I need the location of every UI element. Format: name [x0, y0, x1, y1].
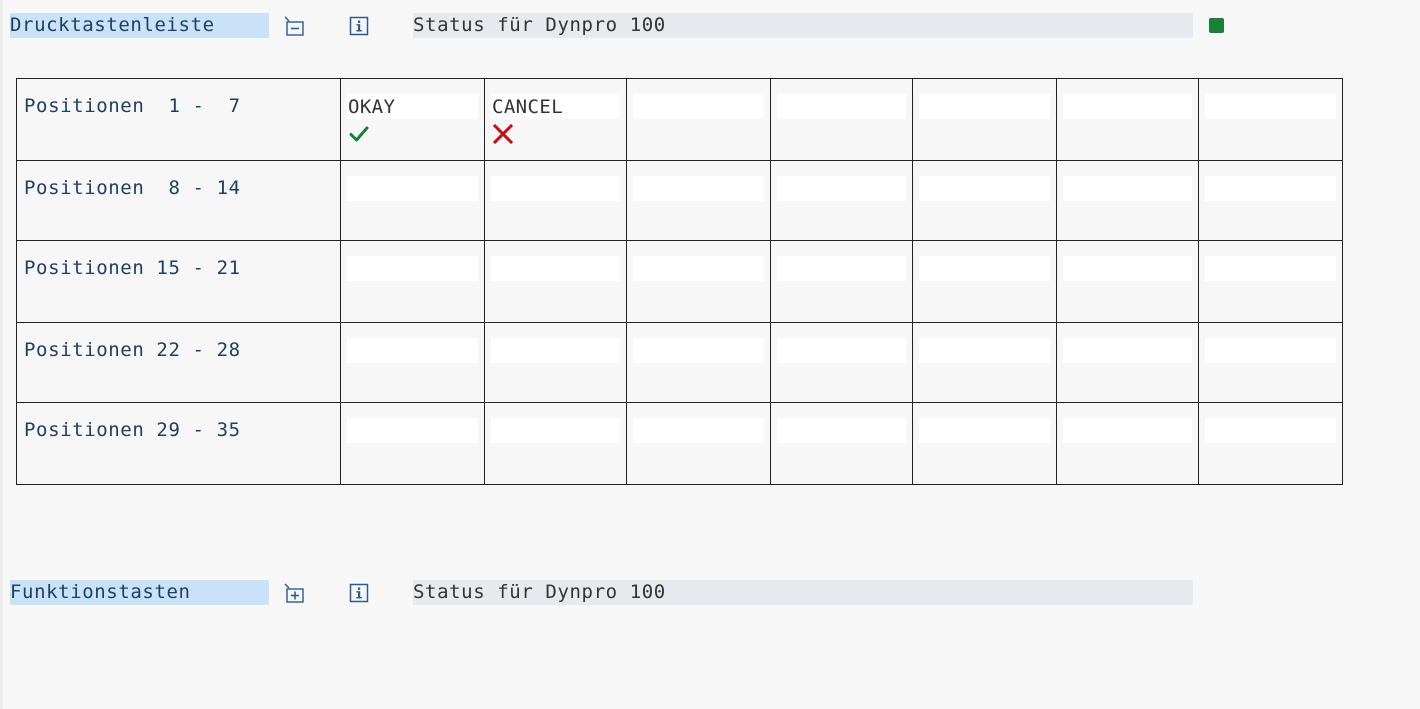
grid-row: Positionen 8 - 14 [16, 160, 1343, 241]
row-label-cell: Positionen 1 - 7 [16, 78, 341, 161]
pushbutton-slot [626, 240, 771, 323]
pushbutton-function-field[interactable] [633, 256, 764, 281]
pushbutton-slot [1056, 78, 1199, 161]
pushbutton-function-field[interactable] [347, 176, 478, 201]
grid-row: Positionen 29 - 35 [16, 402, 1343, 485]
pushbutton-function-field[interactable] [1063, 176, 1192, 201]
pushbutton-slot [912, 160, 1057, 241]
collapse-minus-icon[interactable] [282, 14, 306, 38]
pushbutton-slot [912, 240, 1057, 323]
left-edge-border [0, 0, 3, 709]
info-icon[interactable] [347, 581, 371, 605]
section-label-function-keys[interactable]: Funktionstasten [10, 580, 269, 605]
grid-row: Positionen 22 - 28 [16, 322, 1343, 403]
status-field-function-keys[interactable]: Status für Dynpro 100 [413, 580, 1193, 605]
pushbutton-function-field[interactable] [1063, 256, 1192, 281]
pushbutton-function-field[interactable]: OKAY [347, 94, 478, 119]
pushbutton-function-field[interactable] [347, 418, 478, 443]
pushbutton-slot [484, 322, 627, 403]
pushbutton-slot [1056, 160, 1199, 241]
pushbutton-slot [484, 402, 627, 485]
status-field-pushbuttons[interactable]: Status für Dynpro 100 [413, 13, 1193, 38]
pushbutton-slot [1198, 78, 1343, 161]
pushbutton-function-field[interactable] [1205, 176, 1336, 201]
pushbutton-slot [626, 78, 771, 161]
pushbutton-function-field[interactable] [1205, 256, 1336, 281]
pushbutton-function-field[interactable] [919, 418, 1050, 443]
info-icon[interactable] [347, 14, 371, 38]
pushbutton-slot: CANCEL [484, 78, 627, 161]
pushbutton-slot [1198, 322, 1343, 403]
pushbutton-function-field[interactable] [1205, 418, 1336, 443]
pushbutton-function-field[interactable] [1205, 338, 1336, 363]
pushbutton-slot [340, 322, 485, 403]
pushbutton-slot [912, 78, 1057, 161]
pushbutton-function-field[interactable] [777, 418, 906, 443]
pushbutton-function-field[interactable] [347, 338, 478, 363]
cancel-x-icon [492, 123, 514, 145]
pushbutton-function-field[interactable] [919, 176, 1050, 201]
pushbutton-function-field[interactable] [777, 94, 906, 119]
grid-row: Positionen 1 - 7 OKAY CANCEL [16, 78, 1343, 161]
pushbutton-function-field[interactable] [777, 338, 906, 363]
pushbutton-function-field[interactable] [633, 94, 764, 119]
pushbutton-slot [1198, 240, 1343, 323]
pushbutton-slot [1056, 240, 1199, 323]
pushbutton-slot [770, 78, 913, 161]
pushbutton-slot [626, 160, 771, 241]
row-label: Positionen 29 - 35 [24, 419, 241, 441]
grid-row: Positionen 15 - 21 [16, 240, 1343, 323]
row-label: Positionen 15 - 21 [24, 257, 241, 279]
pushbutton-function-field[interactable] [1063, 94, 1192, 119]
pushbutton-slot [770, 402, 913, 485]
pushbutton-slot [912, 402, 1057, 485]
pushbutton-positions-grid: Positionen 1 - 7 OKAY CANCEL Positionen 8 -… [16, 78, 1343, 485]
pushbutton-function-field[interactable] [491, 176, 620, 201]
pushbutton-function-field[interactable] [633, 338, 764, 363]
pushbutton-slot [340, 160, 485, 241]
row-label-cell: Positionen 15 - 21 [16, 240, 341, 323]
pushbutton-slot [340, 402, 485, 485]
pushbutton-function-field[interactable] [491, 418, 620, 443]
checkmark-icon [348, 123, 370, 145]
pushbutton-slot [626, 402, 771, 485]
pushbutton-function-field[interactable] [1205, 94, 1336, 119]
pushbutton-slot [484, 160, 627, 241]
pushbutton-slot [340, 240, 485, 323]
pushbutton-slot [1056, 402, 1199, 485]
row-label: Positionen 8 - 14 [24, 177, 241, 199]
row-label-cell: Positionen 8 - 14 [16, 160, 341, 241]
pushbutton-function-field[interactable] [919, 94, 1050, 119]
pushbutton-function-field[interactable] [1063, 418, 1192, 443]
pushbutton-function-field[interactable] [919, 256, 1050, 281]
pushbutton-function-field[interactable] [777, 176, 906, 201]
pushbutton-function-field[interactable] [633, 176, 764, 201]
pushbutton-function-field[interactable] [1063, 338, 1192, 363]
pushbutton-slot [1198, 402, 1343, 485]
pushbutton-function-field[interactable] [633, 418, 764, 443]
pushbutton-slot [770, 240, 913, 323]
expand-plus-icon[interactable] [282, 581, 306, 605]
row-label: Positionen 1 - 7 [24, 95, 241, 117]
row-label: Positionen 22 - 28 [24, 339, 241, 361]
section-label-pushbuttons[interactable]: Drucktastenleiste [10, 13, 269, 38]
pushbutton-slot [1198, 160, 1343, 241]
pushbutton-function-field[interactable] [347, 256, 478, 281]
pushbutton-function-field[interactable] [919, 338, 1050, 363]
pushbutton-slot [484, 240, 627, 323]
pushbutton-function-field[interactable] [491, 338, 620, 363]
status-indicator-icon [1209, 18, 1224, 33]
row-label-cell: Positionen 29 - 35 [16, 402, 341, 485]
pushbutton-function-field[interactable]: CANCEL [491, 94, 620, 119]
pushbutton-function-field[interactable] [491, 256, 620, 281]
pushbutton-slot [912, 322, 1057, 403]
pushbutton-function-field[interactable] [777, 256, 906, 281]
row-label-cell: Positionen 22 - 28 [16, 322, 341, 403]
pushbutton-slot [1056, 322, 1199, 403]
pushbutton-slot [770, 160, 913, 241]
pushbutton-slot [626, 322, 771, 403]
pushbutton-slot: OKAY [340, 78, 485, 161]
pushbutton-slot [770, 322, 913, 403]
